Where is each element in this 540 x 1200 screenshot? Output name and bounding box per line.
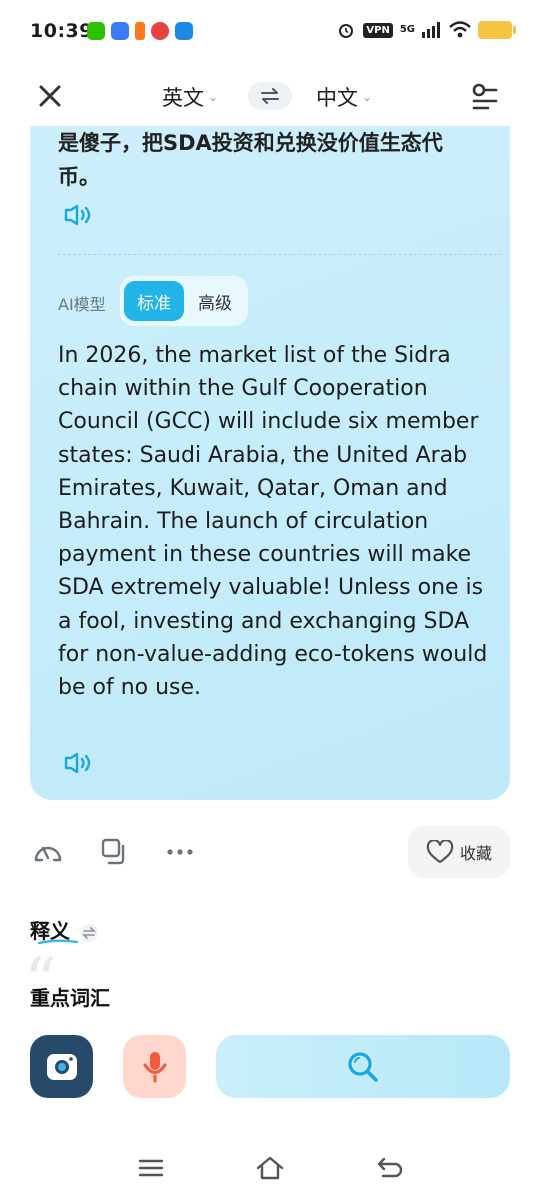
divider [58,254,502,255]
definition-section[interactable]: 释义 [30,915,99,945]
menu-icon[interactable] [136,1154,166,1182]
translate-header: 英文 ⌄ 中文 ⌄ [0,64,540,126]
status-app-icons [87,22,193,40]
key-vocab-title: 重点词汇 [30,986,110,1010]
app-notification-icon [151,22,169,40]
status-time: 10:39 [30,20,93,42]
more-icon[interactable] [165,838,197,866]
speaker-icon[interactable] [64,752,94,774]
search-button[interactable] [216,1035,510,1098]
close-icon[interactable] [34,80,66,112]
model-advanced-option[interactable]: 高级 [186,281,244,321]
camera-icon [46,1053,77,1080]
model-standard-option[interactable]: 标准 [124,281,184,321]
signal-icon [422,22,440,38]
favorite-label: 收藏 [459,844,492,863]
browser-icon [111,22,129,40]
search-icon [348,1051,378,1082]
target-language-label: 中文 [316,86,358,110]
action-row: 收藏 [0,826,540,878]
network-type: 5G [399,24,415,35]
ai-model-toggle: 标准 高级 [120,276,248,326]
swap-languages-button[interactable] [248,82,292,110]
english-source-text[interactable]: In 2026, the market list of the Sidra ch… [58,339,488,704]
gauge-icon[interactable] [32,838,64,866]
microphone-button[interactable] [123,1035,186,1098]
play-icon [135,22,145,40]
swap-icon [261,88,279,104]
camera-button[interactable] [30,1035,93,1098]
system-nav-bar [0,1140,540,1200]
ai-model-label: AI模型 [58,295,106,314]
vpn-badge: VPN [363,22,393,38]
status-indicators: VPN 5G [336,20,516,40]
translation-card: 是傻子，把SDA投资和兑换没价值生态代币。 AI模型 标准 高级 In 2026… [30,126,510,800]
heart-icon [426,840,454,864]
speaker-icon[interactable] [64,204,94,226]
home-icon[interactable] [255,1154,285,1182]
wechat-icon [87,22,105,40]
chevron-down-icon: ⌄ [208,90,219,104]
source-language-select[interactable]: 英文 ⌄ [162,82,218,112]
microphone-icon [143,1051,166,1082]
switch-icon [79,923,98,942]
favorite-button[interactable]: 收藏 [408,826,510,878]
chinese-translation-text[interactable]: 是傻子，把SDA投资和兑换没价值生态代币。 [58,126,478,194]
alarm-icon [339,24,354,38]
wifi-icon [449,21,471,38]
copy-icon[interactable] [99,838,131,866]
settings-icon[interactable] [470,82,500,112]
chevron-down-icon: ⌄ [362,90,373,104]
message-icon [175,22,193,40]
back-icon[interactable] [375,1154,405,1182]
target-language-select[interactable]: 中文 ⌄ [316,82,372,112]
status-bar: 10:39 VPN 5G [0,0,540,64]
battery-icon [478,21,516,39]
source-language-label: 英文 [162,86,204,110]
